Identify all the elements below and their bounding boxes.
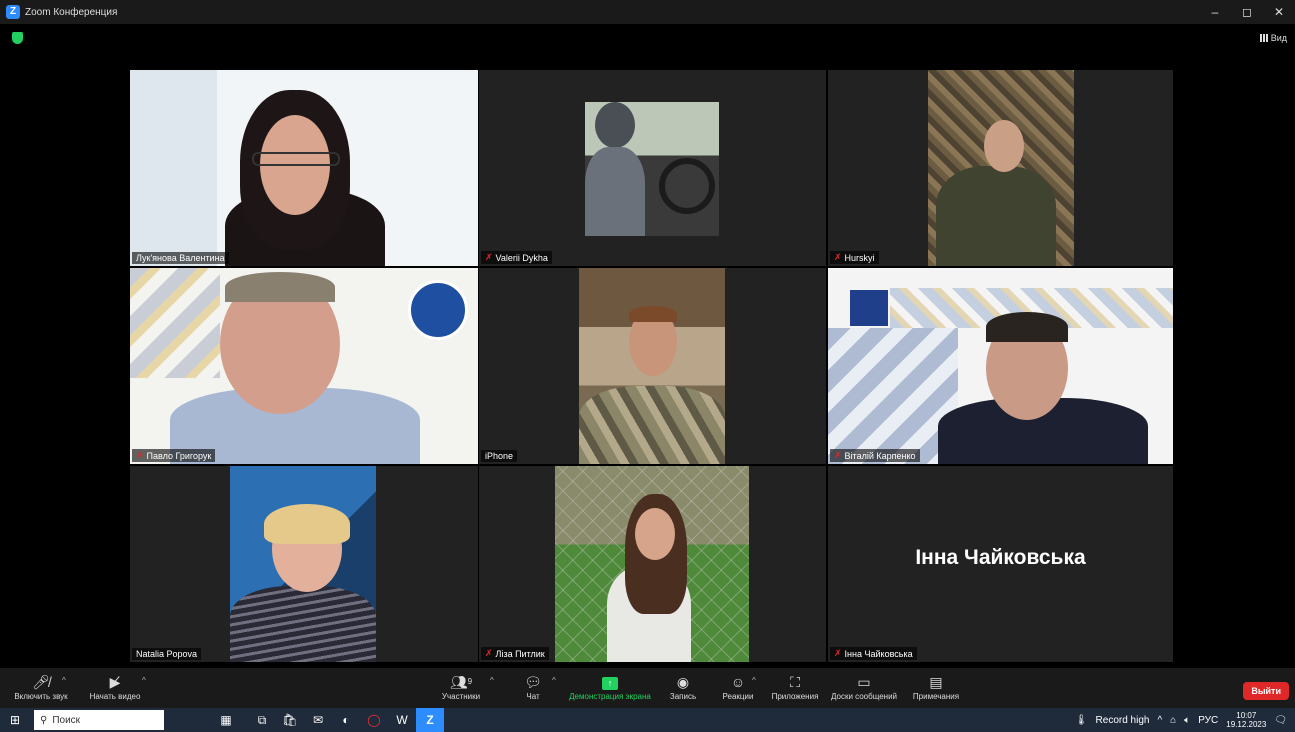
participant-name: Лук'янова Валентина bbox=[136, 253, 225, 263]
participant-video bbox=[828, 268, 1173, 464]
participant-name: Valerii Dykha bbox=[495, 252, 548, 263]
apps-button[interactable]: ⛶ Приложения bbox=[768, 672, 822, 701]
edge-icon[interactable]: ◐ bbox=[332, 708, 360, 732]
apps-icon: ⛶ bbox=[790, 674, 800, 690]
title-bar: Z Zoom Конференция – ◻ ✕ bbox=[0, 0, 1295, 24]
chat-button[interactable]: 💬︎ Чат bbox=[516, 672, 550, 701]
whiteboard-icon: ▭ bbox=[857, 674, 871, 690]
security-shield-icon[interactable] bbox=[12, 32, 23, 44]
zoom-taskbar-icon[interactable]: Z bbox=[416, 708, 444, 732]
record-icon: ◉ bbox=[676, 674, 690, 690]
task-view-icon[interactable]: ⧉ bbox=[248, 708, 276, 732]
participant-label: iPhone bbox=[481, 450, 518, 462]
muted-mic-icon: ✗ bbox=[485, 648, 493, 658]
notifications-icon[interactable]: 🗨︎ bbox=[1274, 715, 1287, 726]
thermometer-icon: 🌡︎ bbox=[1074, 714, 1088, 726]
minimize-button[interactable]: – bbox=[1199, 0, 1231, 24]
participant-name: Natalia Popova bbox=[136, 649, 198, 659]
news-widget-icon[interactable]: ▦ bbox=[204, 708, 248, 732]
language-indicator[interactable]: РУС bbox=[1198, 715, 1218, 726]
muted-mic-icon: ✗ bbox=[834, 252, 842, 262]
participant-name: Hurskyi bbox=[844, 252, 875, 263]
system-tray: 🌡︎ Record high ^ ⌂ 🔈︎ РУС 10:07 19.12.20… bbox=[1075, 708, 1295, 732]
participant-video bbox=[130, 268, 478, 464]
participant-video bbox=[230, 466, 376, 662]
network-icon[interactable]: ⌂ bbox=[1170, 715, 1176, 726]
participant-name: Інна Чайковська bbox=[844, 648, 913, 659]
participant-label: ✗ Інна Чайковська bbox=[830, 647, 917, 660]
video-options-caret[interactable]: ^ bbox=[142, 676, 146, 685]
meeting-toolbar: 🎤︎̸ Включить звук ^ ▶̸ Начать видео ^ 👥︎… bbox=[0, 668, 1295, 708]
opera-icon[interactable]: ◯ bbox=[360, 708, 388, 732]
participant-display-name: Інна Чайковська bbox=[915, 546, 1086, 569]
windows-start-icon[interactable]: ⊞ bbox=[0, 708, 30, 732]
participant-video bbox=[579, 268, 725, 464]
participants-icon: 👥︎9 bbox=[449, 674, 473, 690]
search-icon: ⚲ bbox=[40, 714, 48, 726]
reactions-caret[interactable]: ^ bbox=[752, 676, 756, 685]
video-tile-8[interactable]: ✗ Ліза Питлик bbox=[479, 466, 826, 662]
window-title: Zoom Конференция bbox=[25, 6, 118, 18]
participant-label: Natalia Popova bbox=[132, 648, 202, 660]
video-tile-9[interactable]: Інна Чайковська ✗ Інна Чайковська bbox=[828, 466, 1173, 662]
window-controls: – ◻ ✕ bbox=[1199, 0, 1295, 24]
participant-name: iPhone bbox=[485, 451, 514, 461]
windows-taskbar: ⊞ ⚲ Поиск ▦ ⧉ 🛍︎ ✉ ◐ ◯ W Z 🌡︎ Record hig… bbox=[0, 708, 1295, 732]
participant-name: Ліза Питлик bbox=[495, 648, 545, 659]
record-button[interactable]: ◉ Запись bbox=[664, 672, 702, 701]
participant-label: ✗ Павло Григорук bbox=[132, 449, 216, 462]
taskbar-search[interactable]: ⚲ Поиск bbox=[34, 710, 164, 730]
participant-name: Віталій Карпенко bbox=[844, 450, 916, 461]
video-tile-7[interactable]: Natalia Popova bbox=[130, 466, 478, 662]
share-screen-button[interactable]: ↑ Демонстрация экрана bbox=[566, 672, 654, 701]
chat-caret[interactable]: ^ bbox=[552, 676, 556, 685]
tray-overflow-icon[interactable]: ^ bbox=[1157, 715, 1162, 726]
store-icon[interactable]: 🛍︎ bbox=[276, 708, 304, 732]
participant-label: Лук'янова Валентина bbox=[132, 252, 229, 264]
weather-label[interactable]: Record high bbox=[1096, 715, 1150, 726]
participant-label: ✗ Valerii Dykha bbox=[481, 251, 552, 264]
video-tile-1[interactable]: Лук'янова Валентина bbox=[130, 70, 478, 266]
whiteboards-button[interactable]: ▭ Доски сообщений bbox=[828, 672, 900, 701]
leave-button[interactable]: Выйти bbox=[1243, 682, 1289, 700]
participant-video bbox=[555, 466, 749, 662]
search-placeholder: Поиск bbox=[52, 714, 81, 726]
video-off-icon: ▶̸ bbox=[109, 674, 121, 690]
share-screen-icon: ↑ bbox=[566, 672, 654, 692]
participants-button[interactable]: 👥︎9 Участники bbox=[436, 672, 486, 701]
close-button[interactable]: ✕ bbox=[1263, 0, 1295, 24]
participant-label: ✗ Hurskyi bbox=[830, 251, 879, 264]
mail-icon[interactable]: ✉ bbox=[304, 708, 332, 732]
clock[interactable]: 10:07 19.12.2023 bbox=[1226, 711, 1266, 729]
video-tile-6[interactable]: ✗ Віталій Карпенко bbox=[828, 268, 1173, 464]
muted-mic-icon: ✗ bbox=[834, 648, 842, 658]
participant-video bbox=[585, 102, 719, 236]
maximize-button[interactable]: ◻ bbox=[1231, 0, 1263, 24]
chat-icon: 💬︎ bbox=[524, 674, 542, 690]
muted-mic-icon: ✗ bbox=[834, 450, 842, 460]
participant-label: ✗ Віталій Карпенко bbox=[830, 449, 920, 462]
video-tile-4[interactable]: ✗ Павло Григорук bbox=[130, 268, 478, 464]
video-tile-2[interactable]: ✗ Valerii Dykha bbox=[479, 70, 826, 266]
muted-mic-icon: ✗ bbox=[485, 252, 493, 262]
participants-caret[interactable]: ^ bbox=[490, 676, 494, 685]
notes-button[interactable]: ▤ Примечания bbox=[908, 672, 964, 701]
grid-icon bbox=[1259, 34, 1268, 42]
participant-video bbox=[928, 70, 1074, 266]
video-tile-3[interactable]: ✗ Hurskyi bbox=[828, 70, 1173, 266]
participant-video bbox=[130, 70, 478, 266]
view-button[interactable]: Вид bbox=[1259, 33, 1287, 43]
zoom-logo-icon: Z bbox=[6, 5, 20, 19]
view-label: Вид bbox=[1270, 33, 1287, 43]
participant-name: Павло Григорук bbox=[146, 450, 212, 461]
participants-count: 9 bbox=[467, 677, 473, 686]
muted-mic-icon: ✗ bbox=[136, 450, 144, 460]
notes-icon: ▤ bbox=[929, 674, 943, 690]
volume-icon[interactable]: 🔈︎ bbox=[1184, 715, 1190, 726]
participant-label: ✗ Ліза Питлик bbox=[481, 647, 549, 660]
word-icon[interactable]: W bbox=[388, 708, 416, 732]
audio-options-caret[interactable]: ^ bbox=[62, 676, 66, 685]
start-video-button[interactable]: ▶̸ Начать видео bbox=[86, 672, 144, 701]
video-tile-5[interactable]: iPhone bbox=[479, 268, 826, 464]
